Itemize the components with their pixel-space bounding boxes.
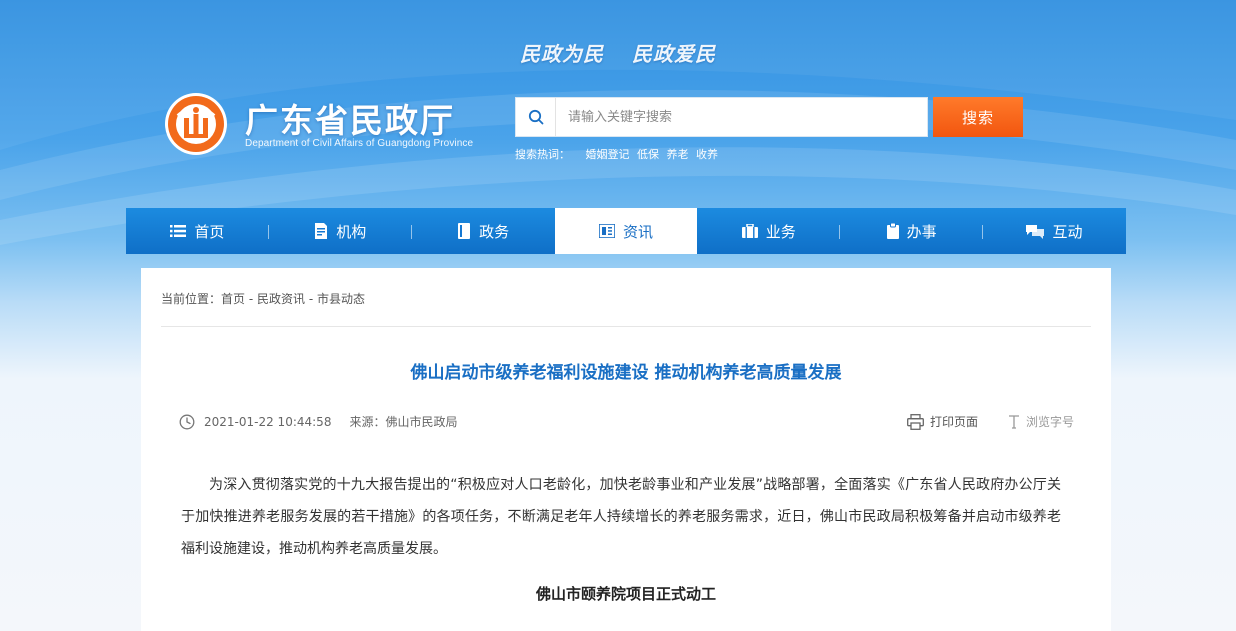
- slogan-1: 民政为民: [520, 42, 605, 66]
- list-icon: [170, 224, 187, 238]
- nav-item-home[interactable]: 首页: [126, 208, 269, 254]
- nav-item-government-affairs[interactable]: 政务: [412, 208, 555, 254]
- search-icon[interactable]: [516, 98, 556, 136]
- slogan-2: 民政爱民: [631, 42, 716, 66]
- printer-icon: [907, 413, 924, 430]
- briefcase-icon: [741, 224, 758, 238]
- nav-item-services[interactable]: 办事: [840, 208, 983, 254]
- print-page-button[interactable]: 打印页面: [907, 413, 978, 430]
- article-meta-left: 2021-01-22 10:44:58 来源：佛山市民政局: [179, 413, 457, 430]
- nav-item-label: 业务: [765, 222, 796, 241]
- nav-item-organization[interactable]: 机构: [269, 208, 412, 254]
- hot-word-elderly-care[interactable]: 养老: [667, 148, 689, 161]
- nav-item-label: 机构: [336, 222, 367, 241]
- site-subtitle: Department of Civil Affairs of Guangdong…: [245, 138, 474, 149]
- breadcrumb: 当前位置：首页 - 民政资讯 - 市县动态: [161, 290, 365, 307]
- chat-icon: [1026, 224, 1045, 239]
- hot-word-adoption[interactable]: 收养: [696, 148, 718, 161]
- nav-item-interaction[interactable]: 互动: [983, 208, 1126, 254]
- civil-affairs-emblem-icon[interactable]: [164, 92, 228, 156]
- nav-item-label: 互动: [1052, 222, 1083, 241]
- article-meta: 2021-01-22 10:44:58 来源：佛山市民政局 打印页面 浏览字号: [179, 413, 1074, 433]
- nav-item-label: 办事: [906, 222, 937, 241]
- breadcrumb-separator: -: [245, 292, 257, 306]
- hot-words-label: 搜索热词：: [515, 148, 570, 161]
- book-icon: [457, 223, 471, 239]
- clock-icon: [179, 414, 195, 430]
- hot-word-marriage[interactable]: 婚姻登记: [586, 148, 630, 161]
- print-page-label: 打印页面: [929, 415, 978, 429]
- hot-word-dibao[interactable]: 低保: [637, 148, 659, 161]
- nav-item-label: 政务: [479, 222, 510, 241]
- text-size-icon: [1008, 414, 1020, 429]
- breadcrumb-civil-news[interactable]: 民政资讯: [257, 292, 305, 306]
- article-source: 来源：佛山市民政局: [349, 415, 458, 429]
- search-input[interactable]: [556, 99, 927, 135]
- breadcrumb-divider: [161, 326, 1091, 327]
- breadcrumb-home[interactable]: 首页: [221, 292, 245, 306]
- search-box: [515, 97, 928, 137]
- article-content-panel: 当前位置：首页 - 民政资讯 - 市县动态 佛山启动市级养老福利设施建设 推动机…: [141, 268, 1111, 631]
- font-size-button[interactable]: 浏览字号: [1008, 413, 1074, 430]
- header-slogan: 民政为民 民政爱民: [0, 38, 1236, 67]
- search-button[interactable]: 搜索: [933, 97, 1023, 137]
- article-paragraph: 为深入贯彻落实党的十九大报告提出的“积极应对人口老龄化，加快老龄事业和产业发展”…: [181, 477, 1061, 557]
- article-datetime: 2021-01-22 10:44:58: [204, 414, 332, 429]
- article-tools: 打印页面 浏览字号: [907, 413, 1074, 430]
- breadcrumb-city-county-news[interactable]: 市县动态: [317, 292, 365, 306]
- font-size-label: 浏览字号: [1025, 415, 1074, 429]
- hot-words: 搜索热词： 婚姻登记 低保 养老 收养: [515, 146, 722, 162]
- nav-item-news[interactable]: 资讯: [554, 208, 698, 254]
- breadcrumb-separator: -: [305, 292, 317, 306]
- nav-item-label: 资讯: [622, 222, 653, 241]
- document-icon: [314, 223, 328, 239]
- article-subheading: 佛山市颐养院项目正式动工: [535, 585, 716, 603]
- news-icon: [598, 224, 615, 238]
- nav-item-label: 首页: [194, 222, 225, 241]
- nav-item-business[interactable]: 业务: [697, 208, 841, 254]
- site-title[interactable]: 广东省民政厅: [245, 94, 455, 142]
- breadcrumb-prefix: 当前位置：: [161, 292, 222, 306]
- main-nav: 首页 机构 政务 资讯 业务 办事 互动: [126, 208, 1126, 254]
- clipboard-icon: [886, 223, 899, 239]
- article-title: 佛山启动市级养老福利设施建设 推动机构养老高质量发展: [410, 363, 842, 383]
